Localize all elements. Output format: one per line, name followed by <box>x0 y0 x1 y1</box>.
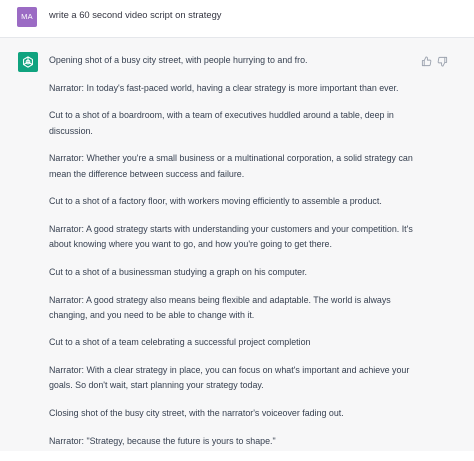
response-paragraph: Cut to a shot of a factory floor, with w… <box>49 196 382 207</box>
assistant-response: Opening shot of a busy city street, with… <box>49 53 427 461</box>
response-paragraph: Narrator: A good strategy starts with un… <box>49 223 413 250</box>
response-paragraph: Cut to a shot of a team celebrating a su… <box>49 337 311 348</box>
response-paragraph: Cut to a shot of a businessman studying … <box>49 266 308 277</box>
response-paragraph: Closing shot of the busy city street, wi… <box>49 408 344 419</box>
response-paragraph: Narrator: A good strategy also means bei… <box>49 294 391 320</box>
response-paragraph: Narrator: With a clear strategy in place… <box>49 365 410 391</box>
thumbs-up-icon <box>421 56 432 67</box>
response-paragraph: Cut to a shot of a boardroom, with a tea… <box>49 110 394 136</box>
thumbs-down-icon <box>437 56 448 67</box>
assistant-message: Opening shot of a busy city street, with… <box>0 38 474 451</box>
openai-logo-icon <box>23 56 33 68</box>
thumbs-down-button[interactable] <box>437 54 448 67</box>
response-paragraph: Narrator: Whether you're a small busines… <box>49 153 413 179</box>
response-paragraph: Narrator: "Strategy, because the future … <box>49 435 276 446</box>
response-paragraph: Opening shot of a busy city street, with… <box>49 55 308 65</box>
assistant-avatar <box>18 52 38 72</box>
response-paragraph: Narrator: In today's fast-paced world, h… <box>49 82 399 93</box>
user-avatar: MA <box>17 7 37 27</box>
user-message: MA write a 60 second video script on str… <box>0 0 474 38</box>
thumbs-up-button[interactable] <box>421 54 432 67</box>
user-prompt-text: write a 60 second video script on strate… <box>49 9 222 20</box>
